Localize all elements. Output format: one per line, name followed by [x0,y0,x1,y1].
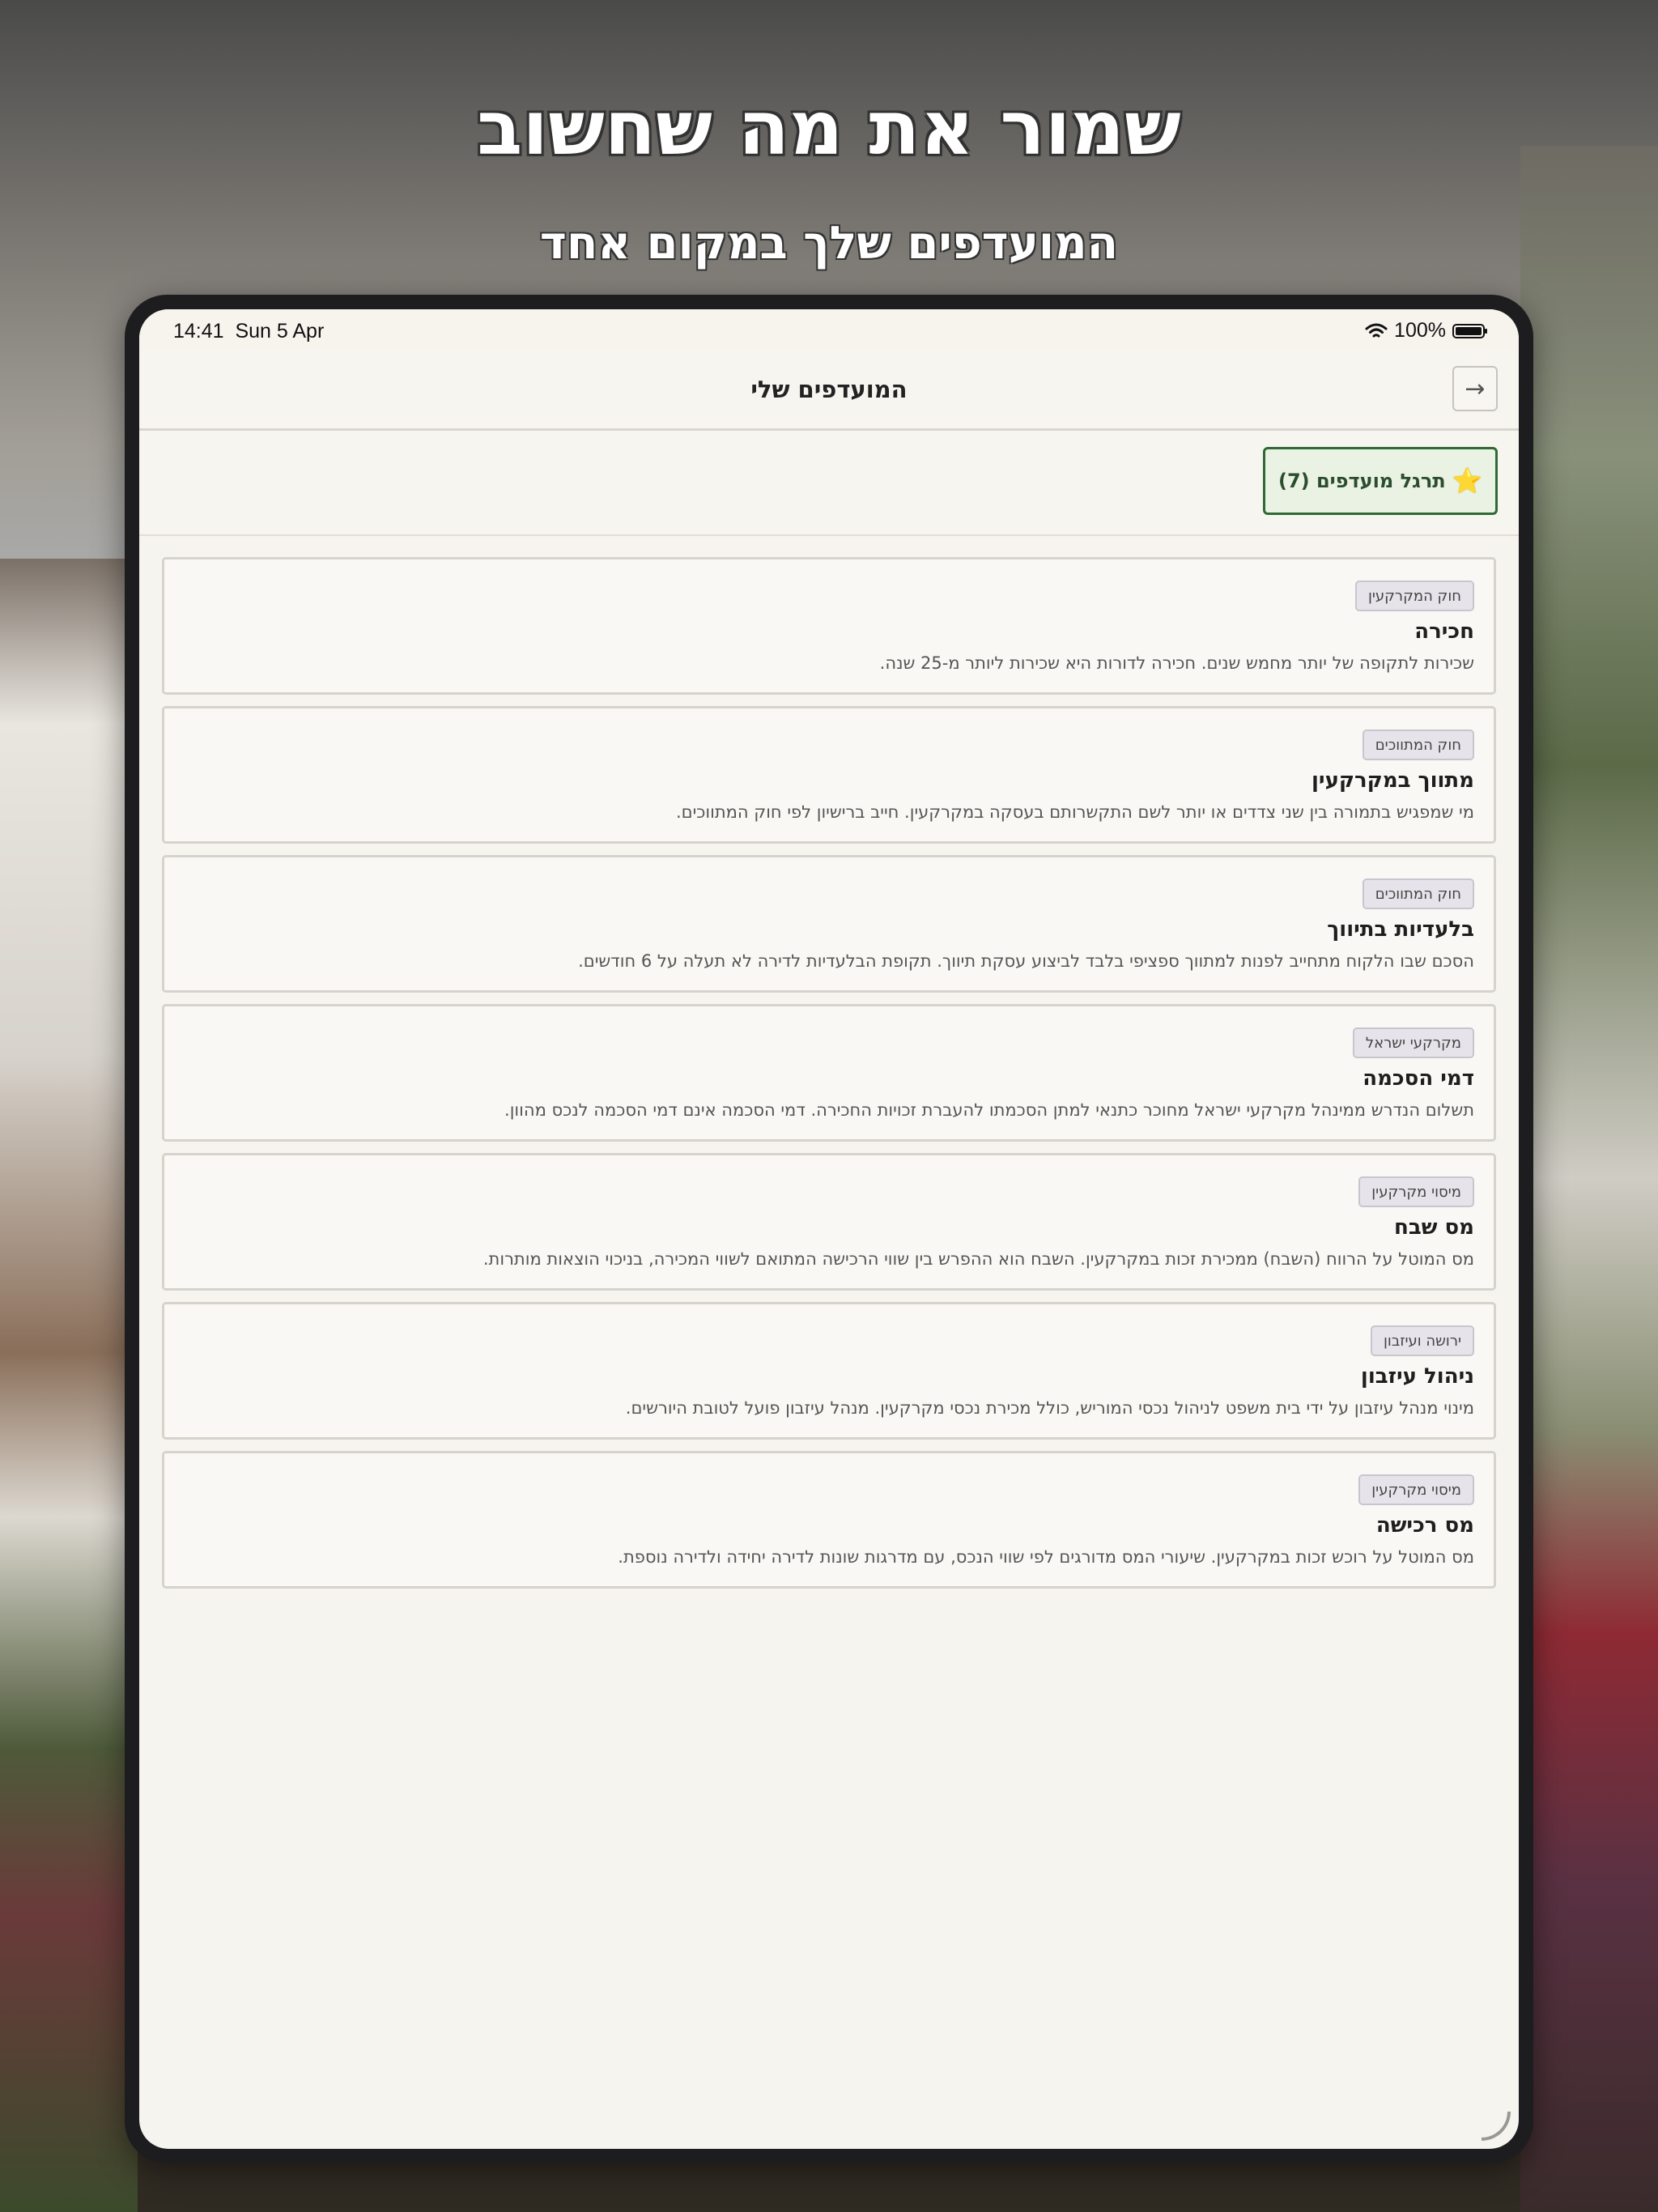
term-title: מתווך במקרקעין [1311,768,1474,793]
term-definition: מינוי מנהל עיזבון על ידי בית משפט לניהול… [625,1398,1474,1418]
category-tag: מיסוי מקרקעין [1358,1474,1474,1505]
category-tag: ירושה ועיזבון [1371,1325,1474,1356]
hero-subtitle: המועדפים שלך במקום אחד [539,217,1119,270]
background-photo-left [0,559,138,2212]
battery-icon [1452,323,1487,338]
term-title: בלעדיות בתיווך [1327,917,1474,942]
term-definition: שכירות לתקופה של יותר מחמש שנים. חכירה ל… [879,653,1474,673]
category-tag: חוק המתווכים [1362,730,1474,760]
status-time: 14:41 Sun 5 Apr [173,320,324,343]
favorites-list: חוק המקרקעין חכירה שכירות לתקופה של יותר… [162,557,1496,1600]
favorite-card[interactable]: מיסוי מקרקעין מס רכישה מס המוטל על רוכש … [162,1451,1496,1589]
term-title: מס שבח [1394,1215,1474,1240]
term-definition: תשלום הנדרש ממינהל מקרקעי ישראל מחוכר כת… [504,1100,1474,1120]
category-tag: מקרקעי ישראל [1352,1027,1474,1058]
favorite-card[interactable]: מקרקעי ישראל דמי הסכמה תשלום הנדרש ממינה… [162,1004,1496,1142]
favorite-card[interactable]: ירושה ועיזבון ניהול עיזבון מינוי מנהל עי… [162,1302,1496,1440]
term-title: ניהול עיזבון [1360,1364,1474,1389]
status-indicators: 100% [1365,319,1487,342]
term-title: חכירה [1414,619,1474,644]
favorite-card[interactable]: חוק המקרקעין חכירה שכירות לתקופה של יותר… [162,557,1496,695]
background-photo-right [1520,146,1658,2212]
resize-corner-indicator [1482,2112,1511,2141]
favorite-card[interactable]: מיסוי מקרקעין מס שבח מס המוטל על הרווח (… [162,1153,1496,1291]
page-title: המועדפים שלי [750,376,908,403]
category-tag: חוק המקרקעין [1354,581,1474,611]
term-definition: מס המוטל על רוכש זכות במקרקעין. שיעורי ה… [618,1547,1474,1567]
category-tag: חוק המתווכים [1362,878,1474,909]
term-definition: הסכם שבו הלקוח מתחייב לפנות למתווך ספציפ… [578,951,1474,971]
back-button[interactable]: → [1452,366,1498,411]
term-title: מס רכישה [1375,1513,1474,1538]
term-definition: מי שמפגיש בתמורה בין שני צדדים או יותר ל… [675,802,1474,822]
practice-favorites-label: תרגל מועדפים (7) [1278,470,1446,492]
battery-percent: 100% [1394,319,1446,342]
practice-toolbar: ⭐ תרגל מועדפים (7) [139,431,1519,536]
term-definition: מס המוטל על הרווח (השבח) ממכירת זכות במק… [483,1249,1474,1269]
status-date: Sun 5 Apr [235,320,325,342]
status-clock: 14:41 [173,320,224,342]
status-bar: 14:41 Sun 5 Apr 100% [139,309,1519,350]
app-screen: 14:41 Sun 5 Apr 100% המועדפים שלי → ⭐ תר… [139,309,1519,2149]
category-tag: מיסוי מקרקעין [1358,1176,1474,1207]
practice-favorites-button[interactable]: ⭐ תרגל מועדפים (7) [1263,447,1498,515]
wifi-icon [1365,323,1388,337]
favorite-card[interactable]: חוק המתווכים בלעדיות בתיווך הסכם שבו הלק… [162,855,1496,993]
tablet-frame: 14:41 Sun 5 Apr 100% המועדפים שלי → ⭐ תר… [125,295,1533,2163]
term-title: דמי הסכמה [1363,1066,1474,1091]
favorite-card[interactable]: חוק המתווכים מתווך במקרקעין מי שמפגיש בת… [162,706,1496,844]
arrow-right-icon: → [1465,374,1486,403]
star-icon: ⭐ [1452,466,1483,496]
hero-title: שמור את מה שחשוב [477,85,1181,172]
navigation-bar: המועדפים שלי → [139,350,1519,431]
